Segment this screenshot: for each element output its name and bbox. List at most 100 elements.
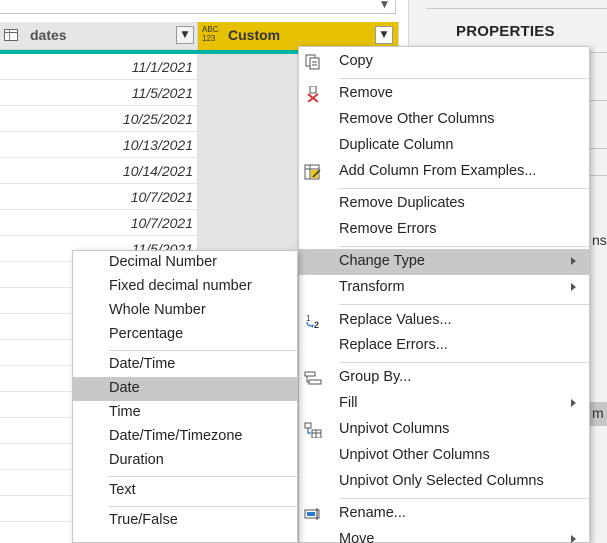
menu-separator	[109, 350, 297, 351]
date-cell[interactable]: 11/5/2021	[0, 80, 198, 106]
menu-separator	[339, 498, 589, 499]
menu-separator	[339, 304, 589, 305]
type-option-text[interactable]: Text	[73, 479, 297, 503]
calendar-icon[interactable]	[4, 29, 18, 41]
column-filter-button[interactable]: ▼	[375, 26, 393, 44]
menu-item-group-by[interactable]: Group By...	[299, 365, 589, 391]
date-cell[interactable]: 10/14/2021	[0, 158, 198, 184]
divider	[426, 8, 607, 9]
type-option-fixed-decimal-number[interactable]: Fixed decimal number	[73, 275, 297, 299]
custom-cell[interactable]	[198, 80, 298, 106]
divider	[590, 52, 607, 53]
menu-item-label: Add Column From Examples...	[339, 163, 537, 179]
menu-item-label: Remove Errors	[339, 221, 437, 237]
type-option-label: Percentage	[109, 326, 184, 342]
table-row: 10/25/2021	[0, 106, 298, 132]
menu-item-label: Remove	[339, 85, 393, 101]
add-column-examples-icon	[304, 164, 322, 180]
remove-column-icon	[304, 86, 322, 102]
custom-cell[interactable]	[198, 106, 298, 132]
divider	[590, 148, 607, 149]
menu-item-label: Replace Errors...	[339, 337, 448, 353]
top-strip: ▼	[0, 0, 408, 22]
custom-cell[interactable]	[198, 184, 298, 210]
formula-bar-edge	[0, 0, 396, 14]
date-cell[interactable]: 10/7/2021	[0, 210, 198, 236]
type-option-label: Date	[109, 380, 140, 396]
menu-item-duplicate-column[interactable]: Duplicate Column	[299, 133, 589, 159]
menu-item-label: Rename...	[339, 505, 406, 521]
menu-item-replace-values[interactable]: 12 Replace Values...	[299, 308, 589, 334]
menu-item-label: Remove Duplicates	[339, 195, 465, 211]
menu-separator	[339, 188, 589, 189]
menu-separator	[109, 506, 297, 507]
applied-steps-peek-text: ns	[592, 232, 607, 248]
menu-item-remove[interactable]: Remove	[299, 81, 589, 107]
menu-item-unpivot-only-selected-columns[interactable]: Unpivot Only Selected Columns	[299, 469, 589, 495]
type-option-duration[interactable]: Duration	[73, 449, 297, 473]
menu-item-fill[interactable]: Fill	[299, 391, 589, 417]
type-option-date-time[interactable]: Date/Time	[73, 353, 297, 377]
submenu-arrow-icon	[571, 399, 576, 407]
type-option-date[interactable]: Date	[73, 377, 297, 401]
menu-item-label: Fill	[339, 395, 358, 411]
submenu-arrow-icon	[571, 257, 576, 265]
applied-step-peek-text: m	[592, 405, 604, 421]
date-cell[interactable]: 11/1/2021	[0, 54, 198, 80]
custom-cell[interactable]	[198, 132, 298, 158]
menu-separator	[339, 246, 589, 247]
menu-item-label: Change Type	[339, 253, 425, 269]
date-cell[interactable]: 10/7/2021	[0, 184, 198, 210]
menu-item-unpivot-columns[interactable]: Unpivot Columns	[299, 417, 589, 443]
type-option-decimal-number[interactable]: Decimal Number	[73, 251, 297, 275]
menu-item-label: Unpivot Only Selected Columns	[339, 473, 544, 489]
menu-item-label: Replace Values...	[339, 312, 452, 328]
table-row: 10/7/2021	[0, 210, 298, 236]
table-row: 10/14/2021	[0, 158, 298, 184]
column-title-custom: Custom	[228, 27, 281, 43]
menu-item-replace-errors[interactable]: Replace Errors...	[299, 333, 589, 359]
type-option-date-time-timezone[interactable]: Date/Time/Timezone	[73, 425, 297, 449]
menu-item-move[interactable]: Move	[299, 527, 589, 543]
custom-cell[interactable]	[198, 210, 298, 236]
column-header-dates[interactable]: dates ▼	[0, 22, 198, 50]
type-option-percentage[interactable]: Percentage	[73, 323, 297, 347]
svg-text:2: 2	[314, 320, 319, 329]
menu-item-transform[interactable]: Transform	[299, 275, 589, 301]
type-option-true-false[interactable]: True/False	[73, 509, 297, 533]
menu-item-remove-other-columns[interactable]: Remove Other Columns	[299, 107, 589, 133]
custom-cell[interactable]	[198, 158, 298, 184]
menu-item-add-column-from-examples[interactable]: Add Column From Examples...	[299, 159, 589, 185]
custom-cell[interactable]	[198, 54, 298, 80]
menu-item-remove-duplicates[interactable]: Remove Duplicates	[299, 191, 589, 217]
menu-item-rename[interactable]: Rename...	[299, 501, 589, 527]
date-cell[interactable]: 10/25/2021	[0, 106, 198, 132]
table-row: 10/13/2021	[0, 132, 298, 158]
menu-item-copy[interactable]: Copy	[299, 49, 589, 75]
type-text-top: ABC	[202, 25, 219, 34]
type-option-label: True/False	[109, 512, 178, 528]
column-context-menu: Copy Remove Remove Other Columns Duplica…	[298, 46, 590, 543]
type-option-label: Text	[109, 482, 136, 498]
menu-item-change-type[interactable]: Change Type	[299, 249, 589, 275]
menu-separator	[109, 476, 297, 477]
svg-text:1: 1	[306, 314, 311, 323]
menu-item-label: Move	[339, 531, 375, 543]
submenu-arrow-icon	[571, 535, 576, 543]
chevron-down-icon[interactable]: ▼	[381, 0, 388, 10]
type-option-label: Fixed decimal number	[109, 278, 252, 294]
menu-item-label: Copy	[339, 53, 373, 69]
column-filter-button[interactable]: ▼	[176, 26, 194, 44]
type-option-label: Whole Number	[109, 302, 206, 318]
group-by-icon	[304, 370, 322, 386]
menu-item-label: Duplicate Column	[339, 137, 454, 153]
unpivot-icon	[304, 422, 322, 438]
submenu-arrow-icon	[571, 283, 576, 291]
any-type-icon[interactable]: ABC 123	[202, 25, 218, 43]
type-option-whole-number[interactable]: Whole Number	[73, 299, 297, 323]
type-option-time[interactable]: Time	[73, 401, 297, 425]
menu-item-unpivot-other-columns[interactable]: Unpivot Other Columns	[299, 443, 589, 469]
divider	[590, 175, 607, 176]
menu-item-remove-errors[interactable]: Remove Errors	[299, 217, 589, 243]
date-cell[interactable]: 10/13/2021	[0, 132, 198, 158]
